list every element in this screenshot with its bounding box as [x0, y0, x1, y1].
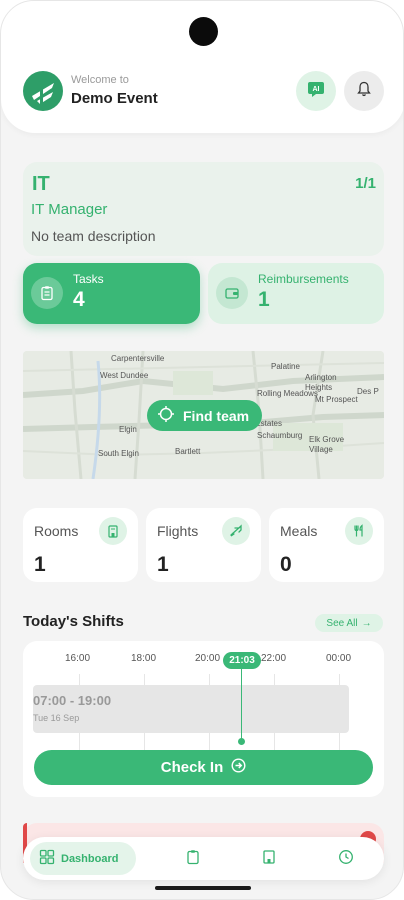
- current-time-badge: 21:03: [223, 652, 261, 669]
- map-place-label: Elk Grove Village: [309, 435, 345, 454]
- building-icon: [99, 517, 127, 545]
- rooms-label: Rooms: [34, 523, 79, 539]
- map-place-label: Bartlett: [175, 447, 201, 456]
- crosshair-icon: [157, 405, 175, 426]
- clipboard-icon: [185, 849, 201, 870]
- bell-icon: [356, 81, 372, 102]
- team-card[interactable]: IT 1/1 IT Manager No team description: [23, 162, 384, 256]
- nav-tasks[interactable]: [183, 849, 203, 869]
- svg-text:AI: AI: [313, 86, 320, 93]
- todays-shifts-title: Today's Shifts: [23, 613, 124, 630]
- flights-card[interactable]: Flights 1: [146, 508, 261, 582]
- home-indicator[interactable]: [155, 886, 251, 890]
- timeline-tick: 18:00: [131, 653, 157, 664]
- shift-time: 07:00 - 19:00: [33, 693, 112, 708]
- reimbursements-label: Reimbursements: [258, 272, 349, 286]
- event-name: Demo Event: [71, 90, 158, 107]
- map-place-label: South Elgin: [98, 449, 139, 458]
- timeline-tick: 00:00: [326, 653, 352, 664]
- flights-count: 1: [157, 553, 169, 576]
- shifts-card: 16:00 18:00 20:00 22:00 00:00 07:00 - 19…: [23, 641, 384, 797]
- timeline-tick: 16:00: [65, 653, 91, 664]
- map-place-label: Carpentersville: [111, 354, 165, 363]
- meals-count: 0: [280, 553, 292, 576]
- flights-label: Flights: [157, 523, 199, 539]
- app-screen: Welcome to Demo Event AI IT 1/1 IT Manag…: [0, 0, 404, 900]
- plane-icon: [222, 517, 250, 545]
- arrow-right-icon: →: [361, 617, 372, 629]
- find-team-label: Find team: [183, 407, 250, 424]
- team-member-count: 1/1: [355, 175, 376, 192]
- nav-schedule[interactable]: [336, 849, 356, 869]
- clock-icon: [338, 849, 354, 870]
- find-team-button[interactable]: Find team: [147, 400, 262, 431]
- see-all-label: See All: [326, 617, 358, 629]
- timeline-tick: 20:00: [195, 653, 221, 664]
- tasks-tile[interactable]: Tasks 4: [23, 263, 200, 324]
- dashboard-icon: [39, 849, 55, 868]
- nav-rooms[interactable]: [259, 849, 279, 869]
- map-place-label: Palatine: [271, 362, 300, 371]
- map-place-label: Schaumburg: [257, 431, 303, 440]
- meals-label: Meals: [280, 523, 318, 539]
- map-place-label: Mt Prospect: [315, 395, 358, 404]
- arrow-circle-icon: [231, 758, 246, 777]
- rooms-count: 1: [34, 553, 46, 576]
- nav-dashboard-label: Dashboard: [61, 852, 119, 865]
- rooms-card[interactable]: Rooms 1: [23, 508, 138, 582]
- utensils-icon: [345, 517, 373, 545]
- chat-ai-icon: AI: [307, 80, 325, 103]
- team-description: No team description: [31, 228, 156, 244]
- shift-date: Tue 16 Sep: [33, 713, 80, 723]
- tasks-label: Tasks: [73, 272, 104, 286]
- camera-cutout: [189, 17, 218, 46]
- current-time-dot: [238, 738, 245, 745]
- wallet-icon: [216, 277, 248, 309]
- building-icon: [261, 849, 277, 870]
- map-place-label: Des P: [357, 387, 379, 396]
- team-name: IT: [32, 173, 50, 195]
- clipboard-icon: [31, 277, 63, 309]
- event-logo: [23, 71, 63, 111]
- see-all-button[interactable]: See All →: [315, 614, 383, 632]
- bottom-nav: Dashboard: [23, 837, 384, 880]
- shift-block[interactable]: 07:00 - 19:00 Tue 16 Sep: [33, 685, 349, 733]
- current-time-line: [241, 669, 242, 741]
- nav-dashboard[interactable]: Dashboard: [30, 842, 136, 875]
- check-in-button[interactable]: Check In: [34, 750, 373, 785]
- notifications-button[interactable]: [344, 71, 384, 111]
- welcome-text: Welcome to: [71, 74, 129, 86]
- team-role: IT Manager: [31, 201, 108, 218]
- check-in-label: Check In: [160, 759, 224, 776]
- meals-card[interactable]: Meals 0: [269, 508, 384, 582]
- map-place-label: West Dundee: [100, 371, 149, 380]
- map-place-label: Elgin: [119, 425, 137, 434]
- tasks-count: 4: [73, 288, 85, 311]
- reimbursements-tile[interactable]: Reimbursements 1: [208, 263, 384, 324]
- timeline-tick: 22:00: [261, 653, 287, 664]
- reimbursements-count: 1: [258, 288, 270, 311]
- map-place-label: Rolling Meadows: [257, 389, 318, 398]
- ai-chat-button[interactable]: AI: [296, 71, 336, 111]
